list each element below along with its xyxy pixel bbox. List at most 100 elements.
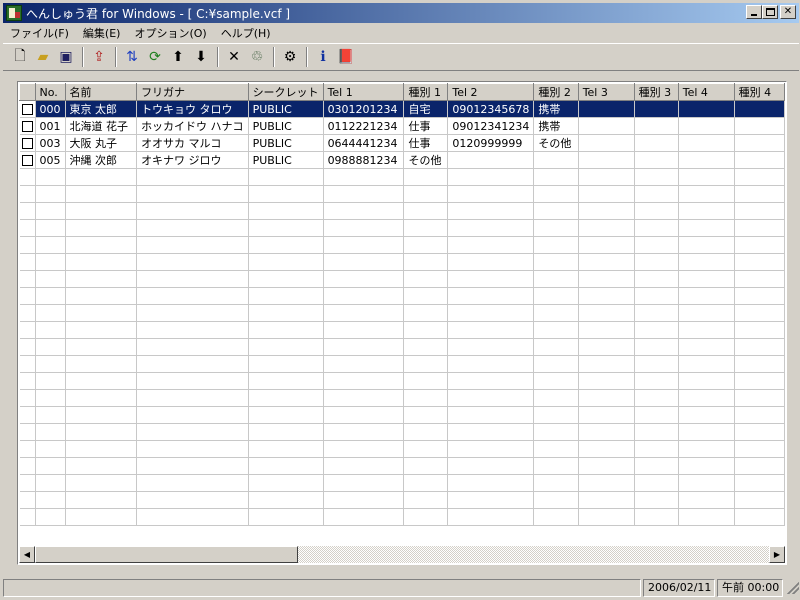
- empty-cell[interactable]: [248, 270, 324, 288]
- cell-name[interactable]: 沖縄 次郎: [65, 151, 138, 169]
- empty-cell[interactable]: [533, 457, 579, 475]
- empty-cell[interactable]: [533, 423, 579, 441]
- empty-cell[interactable]: [447, 406, 535, 424]
- empty-row[interactable]: [19, 491, 785, 509]
- empty-cell[interactable]: [403, 338, 449, 356]
- cell-tel1[interactable]: 0644441234: [323, 134, 405, 152]
- empty-cell[interactable]: [403, 440, 449, 458]
- empty-cell[interactable]: [35, 406, 66, 424]
- cell-kind2[interactable]: 携帯: [533, 117, 579, 135]
- cell-tel3[interactable]: [578, 100, 635, 118]
- empty-cell[interactable]: [734, 355, 785, 373]
- empty-cell[interactable]: [403, 372, 449, 390]
- empty-cell[interactable]: [578, 253, 635, 271]
- empty-cell[interactable]: [65, 423, 138, 441]
- empty-cell[interactable]: [634, 287, 679, 305]
- empty-cell[interactable]: [578, 270, 635, 288]
- empty-cell[interactable]: [403, 508, 449, 526]
- empty-cell[interactable]: [447, 287, 535, 305]
- empty-cell[interactable]: [634, 321, 679, 339]
- empty-cell[interactable]: [248, 236, 324, 254]
- empty-cell[interactable]: [447, 372, 535, 390]
- empty-row[interactable]: [19, 355, 785, 373]
- empty-cell[interactable]: [734, 270, 785, 288]
- empty-cell[interactable]: [248, 185, 324, 203]
- column-header-kind1[interactable]: 種別 1: [403, 83, 449, 101]
- empty-cell[interactable]: [19, 168, 36, 186]
- empty-cell[interactable]: [403, 253, 449, 271]
- empty-cell[interactable]: [403, 355, 449, 373]
- empty-cell[interactable]: [533, 389, 579, 407]
- empty-cell[interactable]: [634, 457, 679, 475]
- empty-cell[interactable]: [533, 168, 579, 186]
- empty-cell[interactable]: [323, 202, 405, 220]
- empty-cell[interactable]: [678, 304, 735, 322]
- empty-cell[interactable]: [734, 321, 785, 339]
- empty-cell[interactable]: [403, 457, 449, 475]
- empty-cell[interactable]: [734, 406, 785, 424]
- row-checkbox[interactable]: [21, 121, 33, 132]
- empty-cell[interactable]: [578, 389, 635, 407]
- cell-kind1[interactable]: 仕事: [403, 117, 449, 135]
- empty-cell[interactable]: [533, 219, 579, 237]
- cell-kind3[interactable]: [634, 117, 679, 135]
- empty-cell[interactable]: [136, 423, 249, 441]
- empty-cell[interactable]: [136, 338, 249, 356]
- empty-cell[interactable]: [734, 304, 785, 322]
- empty-cell[interactable]: [19, 219, 36, 237]
- empty-cell[interactable]: [248, 219, 324, 237]
- refresh-button[interactable]: ⟳: [144, 46, 166, 68]
- empty-cell[interactable]: [248, 474, 324, 492]
- empty-cell[interactable]: [634, 508, 679, 526]
- empty-cell[interactable]: [634, 338, 679, 356]
- cell-tel3[interactable]: [578, 134, 635, 152]
- empty-cell[interactable]: [678, 423, 735, 441]
- empty-cell[interactable]: [447, 338, 535, 356]
- menu-edit[interactable]: 編集(E): [76, 25, 128, 41]
- empty-cell[interactable]: [323, 304, 405, 322]
- empty-cell[interactable]: [734, 491, 785, 509]
- empty-cell[interactable]: [403, 406, 449, 424]
- cell-kind1[interactable]: 仕事: [403, 134, 449, 152]
- empty-row[interactable]: [19, 508, 785, 526]
- cell-secret[interactable]: PUBLIC: [248, 100, 324, 118]
- empty-cell[interactable]: [35, 304, 66, 322]
- empty-cell[interactable]: [634, 440, 679, 458]
- empty-cell[interactable]: [634, 168, 679, 186]
- cell-tel4[interactable]: [678, 151, 735, 169]
- empty-cell[interactable]: [248, 321, 324, 339]
- empty-cell[interactable]: [634, 270, 679, 288]
- empty-cell[interactable]: [136, 185, 249, 203]
- empty-cell[interactable]: [19, 423, 36, 441]
- empty-cell[interactable]: [403, 236, 449, 254]
- column-header-name[interactable]: 名前: [64, 83, 138, 101]
- scroll-right-button[interactable]: ▶: [769, 546, 785, 563]
- empty-row[interactable]: [19, 202, 785, 220]
- empty-cell[interactable]: [734, 219, 785, 237]
- empty-cell[interactable]: [447, 253, 535, 271]
- empty-cell[interactable]: [403, 474, 449, 492]
- info-button[interactable]: ℹ: [312, 46, 334, 68]
- empty-cell[interactable]: [678, 389, 735, 407]
- row-checkbox[interactable]: [21, 138, 33, 149]
- empty-cell[interactable]: [447, 491, 535, 509]
- empty-cell[interactable]: [248, 168, 324, 186]
- empty-cell[interactable]: [35, 372, 66, 390]
- empty-cell[interactable]: [19, 474, 36, 492]
- empty-cell[interactable]: [323, 253, 405, 271]
- empty-cell[interactable]: [578, 474, 635, 492]
- empty-cell[interactable]: [35, 270, 66, 288]
- empty-cell[interactable]: [19, 202, 36, 220]
- menu-file[interactable]: ファイル(F): [3, 25, 76, 41]
- empty-cell[interactable]: [678, 287, 735, 305]
- empty-cell[interactable]: [323, 185, 405, 203]
- empty-row[interactable]: [19, 219, 785, 237]
- empty-cell[interactable]: [248, 423, 324, 441]
- column-header-kana[interactable]: フリガナ: [136, 83, 249, 101]
- empty-cell[interactable]: [19, 491, 36, 509]
- empty-cell[interactable]: [136, 440, 249, 458]
- empty-cell[interactable]: [19, 304, 36, 322]
- empty-cell[interactable]: [447, 270, 535, 288]
- empty-cell[interactable]: [323, 287, 405, 305]
- empty-cell[interactable]: [634, 423, 679, 441]
